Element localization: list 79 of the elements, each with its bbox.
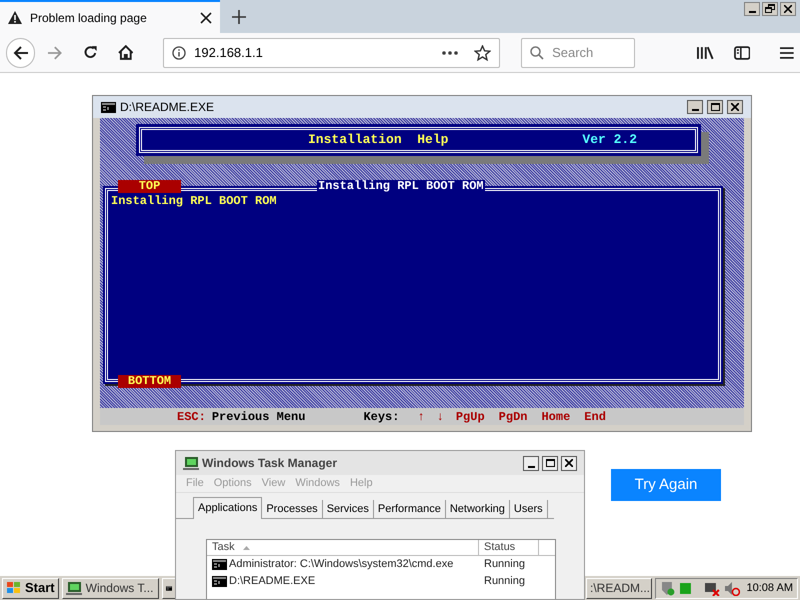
more-icon[interactable] xyxy=(442,50,458,54)
key-hint: ↓ xyxy=(436,408,444,426)
task-status: Running xyxy=(483,557,525,572)
hint-label: Previous Menu xyxy=(212,408,306,426)
window-title: Windows Task Manager xyxy=(202,455,338,472)
address-bar[interactable]: 192.168.1.1 xyxy=(163,38,500,68)
console-icon xyxy=(101,102,116,112)
start-button[interactable]: Start xyxy=(2,578,59,598)
panel-title: Installing RPL BOOT ROM xyxy=(317,180,485,193)
close-button[interactable] xyxy=(727,100,743,114)
search-field[interactable]: Search xyxy=(521,38,636,68)
version-text: Ver 2.2 xyxy=(582,131,637,150)
close-button[interactable] xyxy=(780,2,796,16)
key-hint: End xyxy=(584,408,606,426)
tab[interactable]: Networking xyxy=(446,500,510,518)
close-icon[interactable] xyxy=(200,12,212,24)
tab[interactable]: Processes xyxy=(262,500,323,518)
menu-icon[interactable] xyxy=(780,46,794,58)
taskbar-button[interactable]: :\READM... xyxy=(586,578,652,598)
hint-label: Keys: xyxy=(363,408,400,426)
monitor-error-icon xyxy=(704,580,720,596)
tab[interactable]: Applications xyxy=(193,497,262,519)
key-hint: PgUp xyxy=(456,408,485,426)
column-header[interactable]: Status xyxy=(479,540,539,555)
maximize-button[interactable] xyxy=(542,456,558,470)
library-icon[interactable] xyxy=(697,46,714,60)
restore-button[interactable] xyxy=(762,2,778,16)
search-icon xyxy=(530,46,544,60)
key-hint: PgDn xyxy=(498,408,528,426)
task-status: Running xyxy=(483,574,525,590)
task-name[interactable]: Administrator: C:\Windows\system32\cmd.exe xyxy=(229,556,454,573)
info-icon[interactable] xyxy=(172,46,186,60)
back-button[interactable] xyxy=(6,38,36,68)
close-icon xyxy=(565,459,573,467)
console-icon xyxy=(212,576,227,587)
header-title: Installation Help xyxy=(308,131,448,150)
url-text: 192.168.1.1 xyxy=(194,44,264,62)
network-icon xyxy=(678,582,692,594)
window-title: D:\README.EXE xyxy=(120,99,216,116)
try-again-button[interactable]: Try Again xyxy=(611,469,721,501)
top-label: TOP xyxy=(118,180,181,193)
minimize-button[interactable] xyxy=(687,100,703,114)
column-label: Status xyxy=(484,540,516,556)
minimize-button[interactable] xyxy=(744,2,760,16)
minimize-button[interactable] xyxy=(523,456,539,470)
column-header[interactable]: Task xyxy=(207,540,479,555)
bottom-label: BOTTOM xyxy=(118,375,181,388)
taskbar-button[interactable]: Windows T... xyxy=(62,578,159,598)
close-button[interactable] xyxy=(561,456,577,470)
home-icon[interactable] xyxy=(118,45,134,60)
console-icon xyxy=(212,559,227,570)
maximize-button[interactable] xyxy=(707,100,723,114)
console-text-line: Installing RPL BOOT ROM xyxy=(111,195,278,208)
key-hint: ↑ xyxy=(417,408,425,426)
reload-icon[interactable] xyxy=(82,45,98,60)
monitor-icon xyxy=(183,456,199,470)
browser-tab[interactable]: Problem loading page xyxy=(0,0,220,33)
task-name[interactable]: D:\README.EXE xyxy=(229,573,316,590)
back-arrow-icon xyxy=(12,46,29,60)
clock: 10:08 AM xyxy=(746,580,793,596)
key-hint: Home xyxy=(541,408,570,426)
monitor-icon xyxy=(66,582,82,594)
tab[interactable]: Performance xyxy=(374,500,446,518)
shield-icon xyxy=(660,580,675,596)
tab[interactable]: Services xyxy=(322,500,374,518)
forward-icon[interactable] xyxy=(47,46,63,60)
tab-title: Problem loading page xyxy=(30,10,148,26)
key-hint: ESC: xyxy=(177,408,206,426)
sort-arrow-icon xyxy=(242,546,250,550)
close-icon xyxy=(731,103,739,111)
star-icon[interactable] xyxy=(474,44,492,60)
warning-icon xyxy=(8,11,22,24)
close-icon xyxy=(784,5,792,13)
tab[interactable]: Users xyxy=(510,500,548,518)
sidebar-icon[interactable] xyxy=(734,46,750,60)
column-label: Task xyxy=(212,540,235,556)
new-tab-icon[interactable] xyxy=(232,10,246,24)
windows-logo-icon xyxy=(6,581,22,595)
speaker-muted-icon xyxy=(724,580,740,596)
